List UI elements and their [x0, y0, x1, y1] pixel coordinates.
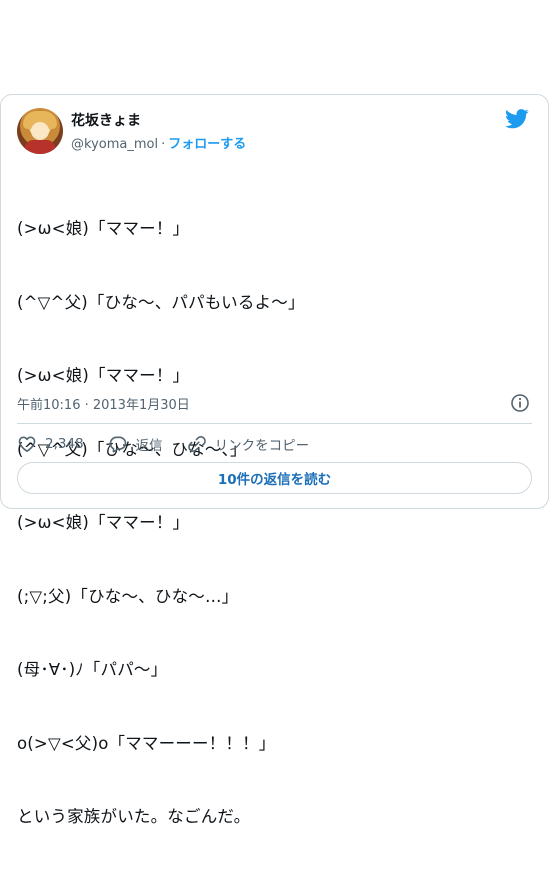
- reply-button[interactable]: 返信: [108, 434, 163, 454]
- follow-button[interactable]: フォローする: [168, 137, 246, 152]
- tweet-card: 花坂きょま @kyoma_mol · フォローする (>ω<娘)「ママー！」 (^▽…: [0, 94, 549, 826]
- tweet-line: (>ω<娘)「ママー！」: [17, 513, 190, 532]
- handle-separator: ·: [161, 137, 166, 152]
- link-icon: [187, 436, 206, 452]
- tweet-text: (>ω<娘)「ママー！」 (^▽^父)「ひな〜、パパもいるよ〜」 (>ω<娘)「…: [17, 168, 305, 879]
- info-icon[interactable]: [510, 393, 530, 413]
- author-handle[interactable]: @kyoma_mol: [71, 137, 158, 152]
- action-bar: 2,348 返信 リンクをコピー: [17, 432, 333, 456]
- tweet-line: o(>▽<父)o「ママーーー！！！」: [17, 733, 276, 753]
- reply-bubble-icon: [109, 436, 126, 453]
- avatar-body: [25, 140, 55, 154]
- tweet-line: (;▽;父)「ひな〜、ひな〜…」: [17, 586, 239, 606]
- like-button[interactable]: 2,348: [17, 434, 84, 454]
- tweet-line: (>ω<娘)「ママー！」: [17, 366, 190, 385]
- tweet-line: (>ω<娘)「ママー！」: [17, 219, 190, 238]
- divider: [17, 423, 532, 424]
- tweet-timestamp[interactable]: 午前10:16 · 2013年1月30日: [17, 394, 190, 413]
- copy-link-label: リンクをコピー: [214, 438, 310, 454]
- reply-label: 返信: [135, 438, 163, 454]
- tweet-line: という家族がいた。なごんだ。: [17, 807, 251, 826]
- copy-link-button[interactable]: リンクをコピー: [187, 434, 310, 454]
- author-name[interactable]: 花坂きょま: [71, 110, 141, 130]
- avatar[interactable]: [17, 108, 63, 154]
- tweet-line: (^▽^父)「ひな〜、パパもいるよ〜」: [17, 292, 305, 312]
- read-replies-button[interactable]: 10件の返信を読む: [17, 462, 532, 494]
- tweet-line: (母･∀･)ﾉ「パパ〜」: [17, 660, 168, 679]
- like-count: 2,348: [45, 436, 84, 452]
- heart-icon: [18, 436, 36, 452]
- twitter-bird-icon[interactable]: [505, 109, 529, 129]
- author-handle-line: @kyoma_mol · フォローする: [71, 133, 246, 152]
- avatar-face: [31, 122, 49, 140]
